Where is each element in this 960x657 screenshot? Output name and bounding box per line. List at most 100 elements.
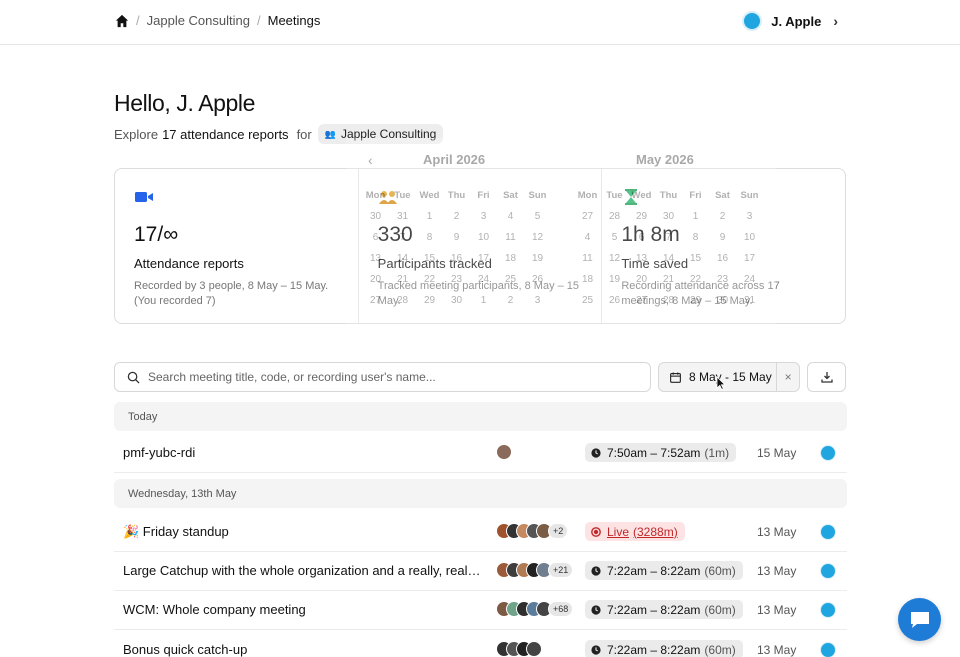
- meeting-title[interactable]: WCM: Whole company meeting: [123, 602, 483, 617]
- recorder-avatar: [820, 445, 836, 461]
- calendar-day[interactable]: 17: [736, 253, 763, 264]
- meeting-row[interactable]: pmf-yubc-rdi 7:50am – 7:52am (1m) 15 May: [114, 433, 847, 473]
- calendar-day[interactable]: 30: [443, 295, 470, 306]
- calendar-day[interactable]: 16: [709, 253, 736, 264]
- home-icon[interactable]: [115, 14, 129, 28]
- calendar-day[interactable]: 21: [655, 274, 682, 285]
- calendar-day[interactable]: 31: [389, 211, 416, 222]
- meeting-row[interactable]: Bonus quick catch-up 7:22am – 8:22am (60m)…: [114, 630, 847, 657]
- calendar-day[interactable]: 27: [574, 211, 601, 222]
- meeting-title[interactable]: 🎉 Friday standup: [123, 524, 483, 540]
- user-menu[interactable]: J. Apple ›: [742, 11, 838, 31]
- calendar-day[interactable]: 13: [628, 253, 655, 264]
- calendar-day[interactable]: 1: [416, 211, 443, 222]
- calendar-day[interactable]: 3: [470, 211, 497, 222]
- stat-description: Recorded by 3 people, 8 May – 15 May. (Y…: [134, 280, 329, 307]
- calendar-day[interactable]: 27: [628, 295, 655, 306]
- calendar-day[interactable]: 6: [628, 232, 655, 243]
- calendar-day[interactable]: 12: [601, 253, 628, 264]
- calendar-day[interactable]: 29: [416, 295, 443, 306]
- calendar-day[interactable]: 21: [389, 274, 416, 285]
- calendar-day[interactable]: 30: [655, 211, 682, 222]
- calendar-day[interactable]: 23: [709, 274, 736, 285]
- clock-icon: [591, 604, 601, 615]
- calendar-day[interactable]: 3: [736, 211, 763, 222]
- live-status-badge: Live (3288m): [585, 522, 685, 541]
- calendar-day[interactable]: 24: [470, 274, 497, 285]
- video-camera-icon: [135, 192, 153, 202]
- calendar-day[interactable]: 16: [443, 253, 470, 264]
- calendar-day[interactable]: 10: [470, 232, 497, 243]
- calendar-day[interactable]: 15: [416, 253, 443, 264]
- calendar-day[interactable]: 6: [362, 232, 389, 243]
- calendar-day[interactable]: 4: [497, 211, 524, 222]
- calendar-day[interactable]: 2: [443, 211, 470, 222]
- calendar-day[interactable]: 12: [524, 232, 551, 243]
- calendar-day[interactable]: 30: [709, 295, 736, 306]
- calendar-day[interactable]: 17: [470, 253, 497, 264]
- calendar-day[interactable]: 3: [524, 295, 551, 306]
- chevron-left-icon[interactable]: ‹: [368, 152, 373, 168]
- download-button[interactable]: [807, 362, 846, 392]
- date-range-picker[interactable]: 8 May - 15 May ×: [658, 362, 800, 392]
- calendar-day[interactable]: 11: [497, 232, 524, 243]
- calendar-day[interactable]: 25: [497, 274, 524, 285]
- calendar-day[interactable]: 28: [655, 295, 682, 306]
- for-word: for: [296, 126, 312, 142]
- calendar-weekday: Sat: [503, 190, 518, 201]
- meeting-row[interactable]: WCM: Whole company meeting +68 7:22am – 8:…: [114, 590, 847, 630]
- calendar-day[interactable]: 30: [362, 211, 389, 222]
- calendar-day[interactable]: 4: [574, 232, 601, 243]
- calendar-day[interactable]: 13: [362, 253, 389, 264]
- search-input[interactable]: [148, 370, 650, 384]
- calendar-day[interactable]: 11: [574, 253, 601, 264]
- calendar-day[interactable]: 20: [628, 274, 655, 285]
- date-range-calendar[interactable]: ‹ April 2026 May 2026 Mon Tue Wed Thu Fri Sat…: [346, 138, 776, 358]
- chat-launcher-button[interactable]: [898, 598, 941, 641]
- calendar-day[interactable]: 28: [601, 211, 628, 222]
- meeting-duration: (60m): [704, 563, 736, 578]
- calendar-day[interactable]: 19: [524, 253, 551, 264]
- breadcrumb-org[interactable]: Japple Consulting: [147, 13, 250, 28]
- calendar-day[interactable]: 19: [601, 274, 628, 285]
- calendar-day[interactable]: 23: [443, 274, 470, 285]
- calendar-day[interactable]: 8: [416, 232, 443, 243]
- calendar-day[interactable]: 15: [682, 253, 709, 264]
- calendar-day[interactable]: 24: [736, 274, 763, 285]
- meeting-title[interactable]: Bonus quick catch-up: [123, 642, 483, 657]
- meeting-title[interactable]: pmf-yubc-rdi: [123, 445, 483, 460]
- calendar-day[interactable]: 29: [682, 295, 709, 306]
- calendar-day[interactable]: 29: [628, 211, 655, 222]
- calendar-day[interactable]: 1: [470, 295, 497, 306]
- calendar-day[interactable]: 31: [736, 295, 763, 306]
- calendar-day[interactable]: 18: [574, 274, 601, 285]
- calendar-day[interactable]: 9: [709, 232, 736, 243]
- calendar-day[interactable]: 14: [655, 253, 682, 264]
- calendar-day[interactable]: 20: [362, 274, 389, 285]
- calendar-day[interactable]: 5: [601, 232, 628, 243]
- calendar-day[interactable]: 26: [601, 295, 628, 306]
- calendar-day[interactable]: 7: [655, 232, 682, 243]
- search-box[interactable]: [114, 362, 651, 392]
- meeting-row[interactable]: Large Catchup with the whole organizatio…: [114, 551, 847, 591]
- calendar-day[interactable]: 2: [497, 295, 524, 306]
- calendar-day[interactable]: 2: [709, 211, 736, 222]
- calendar-day[interactable]: 10: [736, 232, 763, 243]
- calendar-day[interactable]: 18: [497, 253, 524, 264]
- calendar-day[interactable]: 28: [389, 295, 416, 306]
- meeting-title[interactable]: Large Catchup with the whole organizatio…: [123, 563, 483, 578]
- calendar-day[interactable]: 1: [682, 211, 709, 222]
- calendar-day[interactable]: 7: [389, 232, 416, 243]
- calendar-day[interactable]: 25: [574, 295, 601, 306]
- calendar-day[interactable]: 26: [524, 274, 551, 285]
- calendar-day[interactable]: 9: [443, 232, 470, 243]
- calendar-day[interactable]: 14: [389, 253, 416, 264]
- meeting-row[interactable]: 🎉 Friday standup +2 Live (3288m) 13 May: [114, 512, 847, 552]
- calendar-day[interactable]: 22: [682, 274, 709, 285]
- clear-date-icon[interactable]: ×: [777, 370, 799, 384]
- calendar-day[interactable]: 22: [416, 274, 443, 285]
- calendar-day[interactable]: 8: [682, 232, 709, 243]
- calendar-day[interactable]: 5: [524, 211, 551, 222]
- calendar-day[interactable]: 27: [362, 295, 389, 306]
- meeting-time: 7:22am – 8:22am: [607, 563, 701, 578]
